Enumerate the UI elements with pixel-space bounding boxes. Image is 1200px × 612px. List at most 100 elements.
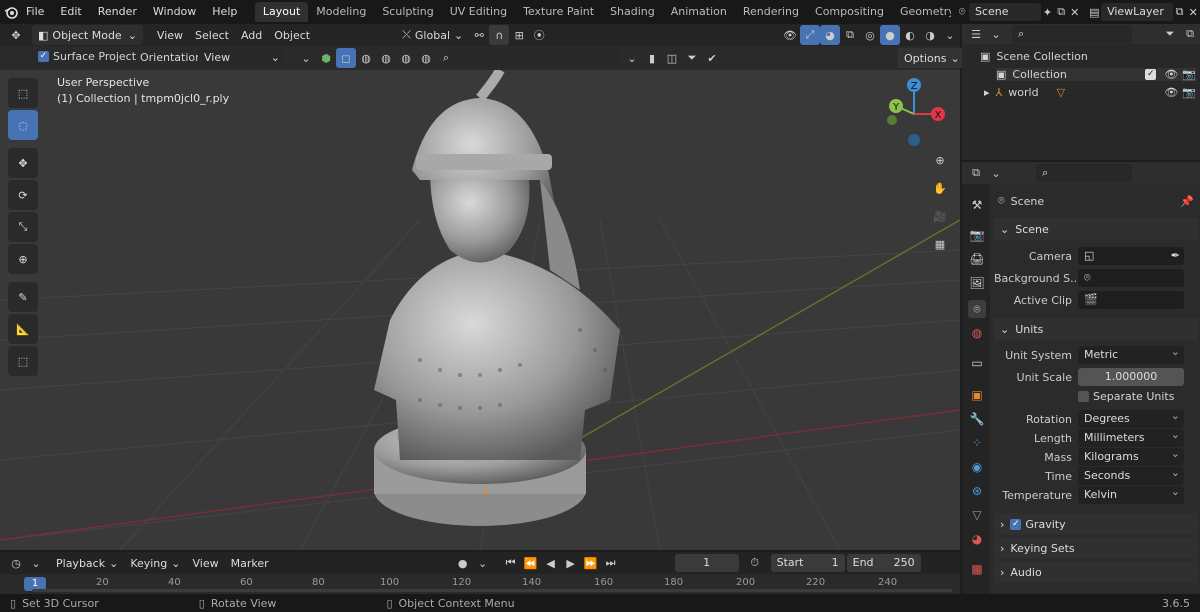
- workspace-tab-uv-editing[interactable]: UV Editing: [442, 2, 515, 22]
- chevron-down-icon[interactable]: ⌄: [622, 48, 642, 68]
- bust-model[interactable]: [360, 70, 640, 540]
- 3d-viewport[interactable]: User Perspective (1) Collection | tmpm0j…: [0, 70, 960, 550]
- view-layer-field[interactable]: ViewLayer: [1101, 3, 1173, 21]
- filter-funnel-icon[interactable]: ⏷: [682, 48, 702, 68]
- output-tab-icon[interactable]: 🖨: [968, 250, 986, 268]
- workspace-tab-texture-paint[interactable]: Texture Paint: [515, 2, 602, 22]
- scene-name-field[interactable]: Scene: [969, 3, 1041, 21]
- outliner-editor-icon[interactable]: ☰: [966, 24, 986, 44]
- particles-tab-icon[interactable]: ⁘: [968, 434, 986, 452]
- time-dropdown[interactable]: Seconds: [1078, 467, 1184, 485]
- options-dropdown[interactable]: Options ⌄: [898, 48, 966, 68]
- proportional-edit-icon[interactable]: ⦿: [529, 25, 549, 45]
- check-icon[interactable]: ✔: [702, 48, 722, 68]
- surface-project-toggle[interactable]: ✓ Surface Project: [38, 50, 136, 63]
- tool-tab-icon[interactable]: ⚒: [968, 196, 986, 214]
- select-circle-icon[interactable]: ◍: [356, 48, 376, 68]
- face-color-icon[interactable]: ⬢: [316, 48, 336, 68]
- menu-add[interactable]: Add: [235, 25, 268, 45]
- stopwatch-icon[interactable]: ⏱: [745, 553, 765, 573]
- prev-keyframe-icon[interactable]: ⏪: [521, 553, 541, 573]
- zoom-icon[interactable]: ⊕: [928, 148, 952, 172]
- next-keyframe-icon[interactable]: ⏩: [581, 553, 601, 573]
- jump-end-icon[interactable]: ⏭: [601, 553, 621, 573]
- separate-units-row[interactable]: Separate Units: [994, 386, 1198, 406]
- record-icon[interactable]: ●: [453, 553, 473, 573]
- menu-object[interactable]: Object: [268, 25, 316, 45]
- chevron-down-icon[interactable]: ⌄: [26, 553, 46, 573]
- shading-material-icon[interactable]: ◐: [900, 25, 920, 45]
- annotate-tool-icon[interactable]: ✎: [8, 282, 38, 312]
- pan-hand-icon[interactable]: ✋: [928, 176, 952, 200]
- camera-icon[interactable]: 📷: [1182, 86, 1196, 99]
- eyedropper-icon[interactable]: ✒: [1171, 247, 1180, 265]
- scale-tool-icon[interactable]: ⤡: [8, 212, 38, 242]
- select-mode-icon[interactable]: ◍: [416, 48, 436, 68]
- outliner-row-collection[interactable]: ▣ Collection ✓ 👁 📷: [996, 68, 1196, 81]
- outliner-row-scene-collection[interactable]: ▣ Scene Collection: [980, 50, 1088, 63]
- view-layer-icon[interactable]: ▤: [1087, 2, 1101, 22]
- shading-wireframe-icon[interactable]: ◎: [860, 25, 880, 45]
- chevron-down-icon[interactable]: ⌄: [296, 48, 316, 68]
- scene-panel-header[interactable]: ⌄ Scene: [994, 218, 1198, 240]
- physics-tab-icon[interactable]: ◉: [968, 458, 986, 476]
- workspace-tab-rendering[interactable]: Rendering: [735, 2, 807, 22]
- snap-icon[interactable]: ∩: [489, 25, 510, 45]
- camera-icon[interactable]: 📷: [1182, 68, 1196, 81]
- delete-scene-icon[interactable]: ✕: [1068, 2, 1082, 22]
- gravity-checkbox-icon[interactable]: ✓: [1010, 518, 1022, 530]
- constraints-tab-icon[interactable]: ⊛: [968, 482, 986, 500]
- shading-options-icon[interactable]: ⌄: [940, 25, 960, 45]
- cursor-tool-icon[interactable]: ◌: [8, 110, 38, 140]
- mode-dropdown[interactable]: ◧ Object Mode ⌄: [32, 25, 143, 45]
- jump-start-icon[interactable]: ⏮: [501, 553, 521, 573]
- eye-icon[interactable]: 👁: [1164, 86, 1178, 99]
- xray-icon[interactable]: ⧉: [840, 25, 860, 45]
- length-dropdown[interactable]: Millimeters: [1078, 429, 1184, 447]
- chevron-down-icon[interactable]: ⌄: [986, 163, 1006, 183]
- select-tool-icon[interactable]: ⬚: [8, 78, 38, 108]
- unit-system-dropdown[interactable]: Metric: [1078, 346, 1184, 364]
- orientation-dropdown[interactable]: View ⌄: [198, 49, 284, 67]
- timeline-view-menu[interactable]: View: [186, 553, 224, 573]
- overlays-icon[interactable]: ◕: [820, 25, 840, 45]
- background-scene-field[interactable]: ⌾: [1078, 269, 1184, 287]
- new-view-layer-icon[interactable]: ⧉: [1173, 2, 1187, 22]
- blender-logo-icon[interactable]: [4, 2, 18, 22]
- start-frame-field[interactable]: Start 1: [770, 554, 845, 572]
- snap-target-icon[interactable]: ⊞: [509, 25, 529, 45]
- shading-solid-icon[interactable]: ●: [880, 25, 900, 45]
- timeline-editor-icon[interactable]: ◷: [6, 553, 26, 573]
- shading-rendered-icon[interactable]: ◑: [920, 25, 940, 45]
- workspace-tab-shading[interactable]: Shading: [602, 2, 663, 22]
- world-tab-icon[interactable]: ◍: [968, 324, 986, 342]
- display-mode-icon[interactable]: ◫: [662, 48, 682, 68]
- new-collection-icon[interactable]: ⧉: [1180, 24, 1200, 44]
- rotate-tool-icon[interactable]: ⟳: [8, 180, 38, 210]
- add-cube-tool-icon[interactable]: ⬚: [8, 346, 38, 376]
- object-tab-icon[interactable]: ▣: [968, 386, 986, 404]
- outliner-search-field[interactable]: ⌕: [1012, 25, 1132, 43]
- properties-search-field[interactable]: ⌕: [1036, 164, 1132, 182]
- tool-search-field[interactable]: [448, 49, 620, 67]
- current-frame-field[interactable]: 1: [674, 554, 739, 572]
- new-scene-icon[interactable]: ⧉: [1054, 2, 1068, 22]
- transform-tool-icon[interactable]: ⊕: [8, 244, 38, 274]
- scene-tab-icon[interactable]: ⌾: [968, 300, 986, 318]
- scene-selector-icon[interactable]: ⌾: [955, 2, 969, 22]
- play-icon[interactable]: ▶: [561, 553, 581, 573]
- exclude-checkbox-icon[interactable]: ✓: [1145, 69, 1157, 80]
- active-clip-field[interactable]: 🎬: [1078, 291, 1184, 309]
- playback-menu[interactable]: Playback ⌄: [50, 553, 124, 573]
- temperature-dropdown[interactable]: Kelvin: [1078, 486, 1184, 504]
- render-tab-icon[interactable]: 📷: [968, 226, 986, 244]
- gravity-panel-header[interactable]: › ✓ Gravity: [994, 513, 1198, 535]
- marker-menu[interactable]: Marker: [225, 553, 275, 573]
- expand-arrow-icon[interactable]: ▸: [984, 86, 990, 99]
- end-frame-field[interactable]: End 250: [846, 554, 921, 572]
- measure-tool-icon[interactable]: 📐: [8, 314, 38, 344]
- editor-type-icon[interactable]: ✥: [6, 25, 26, 45]
- select-sphere-icon[interactable]: ◍: [396, 48, 416, 68]
- outliner-row-world[interactable]: ▸ ⅄ world ▽ 👁 📷: [984, 86, 1196, 99]
- visibility-icon[interactable]: 👁: [780, 25, 800, 45]
